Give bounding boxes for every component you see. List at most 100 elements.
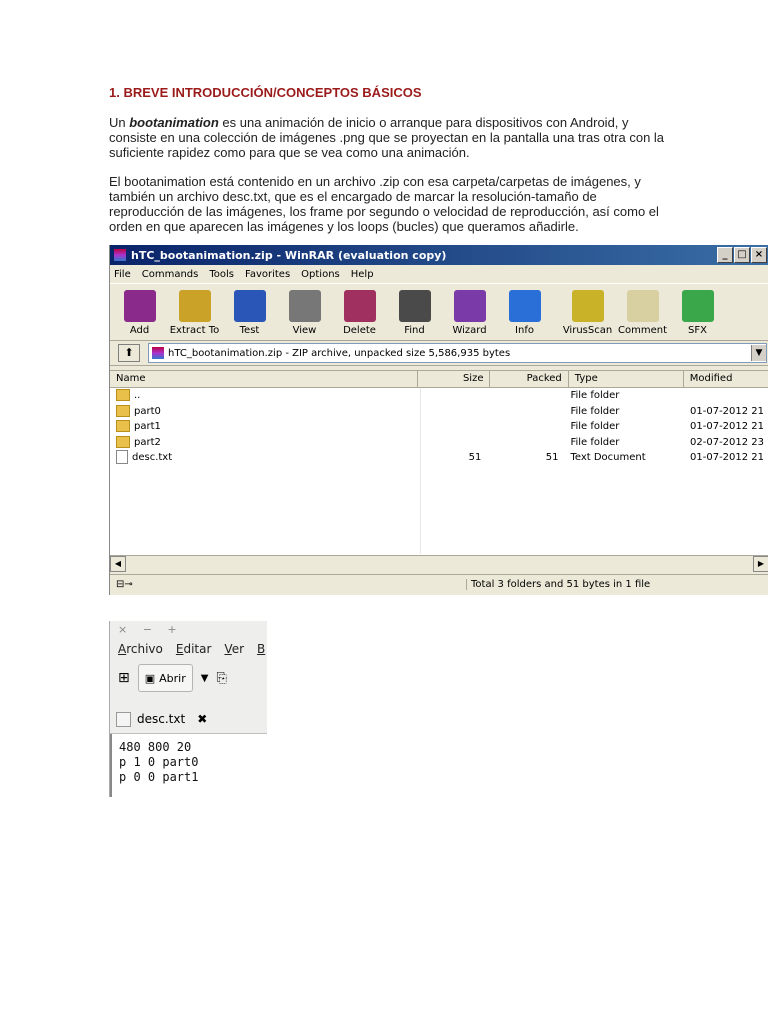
winrar-toolbar: Add Extract To Test View Delete Find Wizard Inf… — [110, 283, 768, 341]
size-cell: 51 — [416, 450, 487, 466]
tool-extract-to-button[interactable]: Extract To — [167, 284, 222, 340]
scroll-right-icon[interactable]: ▶ — [753, 556, 768, 572]
menu-options[interactable]: Options — [301, 269, 340, 280]
file-name-cell: part1 — [110, 419, 416, 435]
folder-icon — [116, 404, 130, 417]
menu-favorites[interactable]: Favorites — [245, 269, 290, 280]
drive-icon: ⊟⊸ — [116, 579, 133, 590]
menu-editar[interactable]: Editar — [176, 639, 212, 659]
open-button[interactable]: ▣ Abrir — [137, 664, 193, 692]
table-row[interactable]: .. File folder — [110, 388, 768, 404]
intro-term: bootanimation — [129, 115, 219, 130]
modified-cell-text: 02-07-2012 23 — [690, 436, 765, 448]
up-folder-button[interactable]: ⬆ — [118, 344, 140, 362]
type-cell: File folder — [564, 388, 684, 404]
close-button[interactable]: × — [751, 247, 767, 263]
chevron-down-icon[interactable]: ▼ — [751, 345, 766, 361]
tool-add-button[interactable]: Add — [112, 284, 167, 340]
winrar-menubar: File Commands Tools Favorites Options He… — [110, 265, 768, 283]
packed-cell-text: 51 — [545, 452, 559, 463]
modified-cell-text: 01-07-2012 21 — [690, 405, 765, 417]
address-text: hTC_bootanimation.zip - ZIP archive, unp… — [168, 347, 511, 359]
menu-ver[interactable]: Ver — [224, 639, 244, 659]
file-name-cell-text: desc.txt — [132, 452, 173, 463]
zip-archive-icon — [152, 347, 164, 359]
intro-prefix: Un — [109, 115, 130, 130]
column-type[interactable]: Type — [569, 371, 684, 387]
winrar-logo-icon — [114, 249, 126, 261]
test-icon — [233, 290, 266, 322]
winrar-titlebar: hTC_bootanimation.zip - WinRAR (evaluati… — [110, 245, 768, 265]
column-modified[interactable]: Modified — [684, 371, 768, 387]
text-editor[interactable]: 480 800 20 p 1 0 part0 p 0 0 part1 — [110, 734, 267, 797]
table-row[interactable]: desc.txt 51 51 Text Document 01-07-2012 21 — [110, 450, 768, 466]
modified-cell: 01-07-2012 21 — [684, 419, 768, 435]
column-packed[interactable]: Packed — [490, 371, 569, 387]
tool-sfx-button[interactable]: SFX — [670, 284, 725, 340]
tool-virusscan-button[interactable]: VirusScan — [560, 284, 615, 340]
status-bar: ⊟⊸ Total 3 folders and 51 bytes in 1 fil… — [110, 574, 768, 594]
maximize-button[interactable]: □ — [734, 247, 750, 263]
tab-close-icon[interactable]: ✖ — [197, 712, 207, 726]
tool-label: View — [292, 325, 317, 336]
gedit-window-controls[interactable]: × − + — [110, 621, 267, 639]
menu-help[interactable]: Help — [351, 269, 374, 280]
tool-view-button[interactable]: View — [277, 284, 332, 340]
sfx-icon — [681, 290, 714, 322]
menu-archivo[interactable]: Archivo — [118, 639, 163, 659]
tool-label: Test — [239, 325, 260, 336]
new-document-icon[interactable]: ⊞ — [118, 670, 130, 686]
chevron-down-icon[interactable]: ▼ — [201, 673, 209, 684]
document-icon — [116, 711, 131, 727]
menu-tools[interactable]: Tools — [209, 269, 234, 280]
tool-label: SFX — [688, 325, 707, 336]
tool-delete-button[interactable]: Delete — [332, 284, 387, 340]
tab-desc-txt[interactable]: desc.txt ✖ — [110, 705, 267, 734]
horizontal-scrollbar[interactable]: ◀ ▶ — [110, 555, 768, 572]
delete-icon — [343, 290, 376, 322]
file-name-cell: .. — [110, 388, 416, 404]
tool-test-button[interactable]: Test — [222, 284, 277, 340]
modified-cell: 01-07-2012 21 — [684, 404, 768, 420]
minimize-button[interactable]: _ — [717, 247, 733, 263]
tool-wizard-button[interactable]: Wizard — [442, 284, 497, 340]
tool-info-button[interactable]: Info — [497, 284, 552, 340]
table-row[interactable]: part1 File folder 01-07-2012 21 — [110, 419, 768, 435]
menu-buscar[interactable]: B — [257, 639, 265, 659]
type-cell-text: Text Document — [570, 452, 646, 463]
modified-cell: 01-07-2012 21 — [684, 450, 768, 466]
save-icon[interactable]: ⎘ — [216, 671, 226, 686]
packed-cell — [487, 404, 564, 420]
tool-comment-button[interactable]: Comment — [615, 284, 670, 340]
virusscan-icon — [571, 290, 604, 322]
scroll-left-icon[interactable]: ◀ — [110, 556, 126, 572]
column-size[interactable]: Size — [418, 371, 491, 387]
info-icon — [508, 290, 541, 322]
table-row[interactable]: part0 File folder 01-07-2012 21 — [110, 404, 768, 420]
extract-icon — [178, 290, 211, 322]
paragraph-intro: Un bootanimation es una animación de ini… — [109, 115, 669, 160]
folder-icon — [116, 389, 130, 401]
find-icon — [398, 290, 431, 322]
modified-cell: 02-07-2012 23 — [684, 435, 768, 451]
packed-cell — [487, 435, 564, 451]
menu-commands[interactable]: Commands — [142, 269, 199, 280]
modified-cell — [684, 388, 768, 404]
folder-icon — [116, 435, 130, 448]
tool-find-button[interactable]: Find — [387, 284, 442, 340]
packed-cell — [487, 388, 564, 404]
paragraph-description: El bootanimation está contenido en un ar… — [109, 174, 659, 234]
gedit-menubar: Archivo Editar Ver B — [110, 639, 267, 659]
size-cell — [416, 388, 487, 404]
gedit-window: × − + Archivo Editar Ver B ⊞ ▣ Abrir ▼ ⎘… — [109, 621, 267, 797]
gedit-toolbar: ⊞ ▣ Abrir ▼ ⎘ — [110, 659, 267, 697]
size-cell — [416, 419, 487, 435]
address-bar: ⬆ hTC_bootanimation.zip - ZIP archive, u… — [110, 341, 768, 366]
file-name-cell-text: .. — [134, 390, 141, 401]
address-field[interactable]: hTC_bootanimation.zip - ZIP archive, unp… — [148, 343, 767, 363]
column-name[interactable]: Name — [110, 371, 419, 387]
editor-line: p 1 0 part0 — [119, 755, 199, 769]
tool-label: Delete — [343, 325, 376, 336]
table-row[interactable]: part2 File folder 02-07-2012 23 — [110, 435, 768, 451]
menu-file[interactable]: File — [114, 269, 131, 280]
